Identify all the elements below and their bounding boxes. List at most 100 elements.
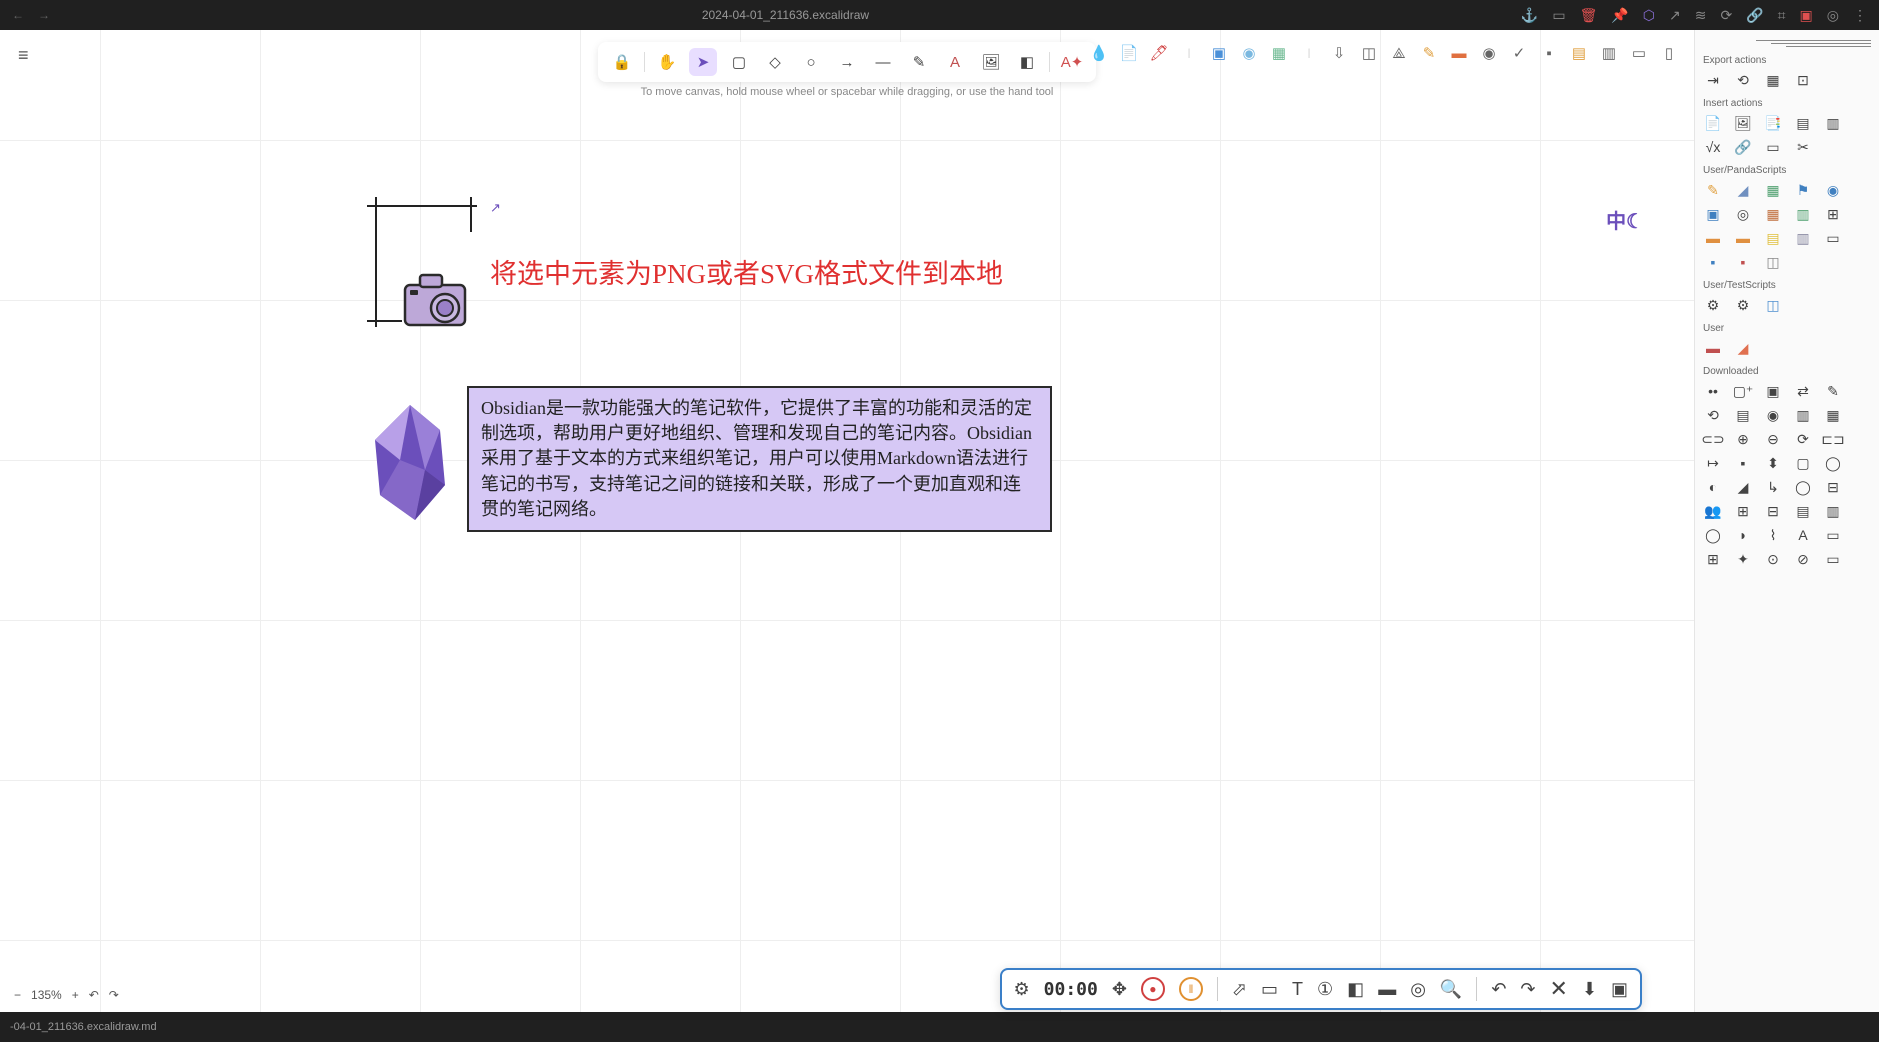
insert-7-icon[interactable]: 🔗 (1733, 137, 1753, 157)
s3-icon[interactable]: ✎ (1418, 42, 1440, 64)
d-38-icon[interactable]: ⊙ (1763, 549, 1783, 569)
warn-icon[interactable]: ▣ (1800, 7, 1813, 24)
insert-8-icon[interactable]: ▭ (1763, 137, 1783, 157)
target-icon[interactable]: ◎ (1827, 7, 1839, 24)
rec-move-icon[interactable]: ✥ (1112, 979, 1127, 1000)
pin-icon[interactable]: 📌 (1611, 7, 1628, 24)
undo-button[interactable]: ↶ (89, 988, 99, 1002)
zoom-level[interactable]: 135% (31, 988, 62, 1002)
d-9-icon[interactable]: ▥ (1793, 405, 1813, 425)
ps-1-icon[interactable]: ✎ (1703, 180, 1723, 200)
canvas[interactable]: ≡ 🔒 ✋ ➤ ▢ ◇ ○ → — ✎ A 🖼 ◧ A✦ To move can… (0, 30, 1694, 1012)
anchor-icon[interactable]: ⚓ (1521, 7, 1538, 24)
d-3-icon[interactable]: ▣ (1763, 381, 1783, 401)
d-30-icon[interactable]: ▥ (1823, 501, 1843, 521)
d-10-icon[interactable]: ▦ (1823, 405, 1843, 425)
rec-undo-icon[interactable]: ↶ (1491, 979, 1506, 1000)
line-tool-icon[interactable]: — (869, 48, 897, 76)
text-tool-icon[interactable]: A (941, 48, 969, 76)
pen-icon[interactable]: 🖊 (1148, 42, 1170, 64)
layers-icon[interactable]: ≋ (1695, 7, 1707, 24)
nav-back-icon[interactable]: ← (12, 8, 24, 22)
export-2-icon[interactable]: ⟲ (1733, 70, 1753, 90)
link-icon[interactable]: 🔗 (1746, 7, 1763, 24)
d-19-icon[interactable]: ▢ (1793, 453, 1813, 473)
book-icon[interactable]: ▭ (1552, 7, 1565, 24)
d-26-icon[interactable]: 👥 (1703, 501, 1723, 521)
d-6-icon[interactable]: ⟲ (1703, 405, 1723, 425)
ts-3-icon[interactable]: ◫ (1763, 295, 1783, 315)
d-13-icon[interactable]: ⊖ (1763, 429, 1783, 449)
insert-9-icon[interactable]: ✂ (1793, 137, 1813, 157)
ps-17-icon[interactable]: ▪ (1733, 252, 1753, 272)
d-12-icon[interactable]: ⊕ (1733, 429, 1753, 449)
trash-icon[interactable]: 🗑 (1580, 7, 1598, 24)
insert-5-icon[interactable]: ▥ (1823, 113, 1843, 133)
ps-8-icon[interactable]: ▦ (1763, 204, 1783, 224)
rec-close-button[interactable]: ✕ (1550, 976, 1568, 1002)
ps-5-icon[interactable]: ◉ (1823, 180, 1843, 200)
d-33-icon[interactable]: ⌇ (1763, 525, 1783, 545)
rec-board-icon[interactable]: ▬ (1378, 979, 1396, 1000)
d-28-icon[interactable]: ⊟ (1763, 501, 1783, 521)
d-20-icon[interactable]: ◯ (1823, 453, 1843, 473)
ps-13-icon[interactable]: ▤ (1763, 228, 1783, 248)
s5-icon[interactable]: ◉ (1478, 42, 1500, 64)
insert-1-icon[interactable]: 📄 (1703, 113, 1723, 133)
zoom-out-button[interactable]: − (14, 988, 21, 1002)
rec-zoom-icon[interactable]: 🔍 (1440, 979, 1462, 1000)
menu-icon[interactable]: ≡ (18, 45, 29, 66)
rec-pause-button[interactable]: ‖ (1179, 977, 1203, 1001)
ps-6-icon[interactable]: ▣ (1703, 204, 1723, 224)
d-31-icon[interactable]: ◯ (1703, 525, 1723, 545)
d-21-icon[interactable]: ◐ (1703, 477, 1723, 497)
d-36-icon[interactable]: ⊞ (1703, 549, 1723, 569)
d-37-icon[interactable]: ✦ (1733, 549, 1753, 569)
d-11-icon[interactable]: ⊂⊃ (1703, 429, 1723, 449)
rec-download-icon[interactable]: ⬇ (1582, 979, 1597, 1000)
rec-spot-icon[interactable]: ◎ (1410, 979, 1426, 1000)
d-23-icon[interactable]: ↳ (1763, 477, 1783, 497)
s2-icon[interactable]: ⟁ (1388, 42, 1410, 64)
drop-icon[interactable]: 💧 (1088, 42, 1110, 64)
s6-icon[interactable]: ▪ (1538, 42, 1560, 64)
ai-tool-icon[interactable]: A✦ (1058, 48, 1086, 76)
image-tool-icon[interactable]: 🖼 (977, 48, 1005, 76)
ellipse-tool-icon[interactable]: ○ (797, 48, 825, 76)
ts-1-icon[interactable]: ⚙ (1703, 295, 1723, 315)
s4-icon[interactable]: ▬ (1448, 42, 1470, 64)
rec-redo-icon[interactable]: ↷ (1520, 979, 1535, 1000)
d-39-icon[interactable]: ⊘ (1793, 549, 1813, 569)
panel-handle-icon[interactable] (1703, 40, 1871, 47)
more-icon[interactable]: ⋮ (1853, 7, 1867, 24)
d-5-icon[interactable]: ✎ (1823, 381, 1843, 401)
hand-tool-icon[interactable]: ✋ (653, 48, 681, 76)
d-7-icon[interactable]: ▤ (1733, 405, 1753, 425)
diamond-tool-icon[interactable]: ◇ (761, 48, 789, 76)
ts-2-icon[interactable]: ⚙ (1733, 295, 1753, 315)
insert-2-icon[interactable]: 🖼 (1733, 113, 1753, 133)
nav-forward-icon[interactable]: → (38, 8, 50, 22)
ps-18-icon[interactable]: ◫ (1763, 252, 1783, 272)
app2-icon[interactable]: ◉ (1238, 42, 1260, 64)
d-32-icon[interactable]: ◗ (1733, 525, 1753, 545)
check-icon[interactable]: ✓ (1508, 42, 1530, 64)
ps-12-icon[interactable]: ▬ (1733, 228, 1753, 248)
rectangle-tool-icon[interactable]: ▢ (725, 48, 753, 76)
d-17-icon[interactable]: ▪ (1733, 453, 1753, 473)
d-16-icon[interactable]: ↦ (1703, 453, 1723, 473)
ps-14-icon[interactable]: ▥ (1793, 228, 1813, 248)
d-34-icon[interactable]: A (1793, 525, 1813, 545)
zoom-in-button[interactable]: + (72, 988, 79, 1002)
s9-icon[interactable]: ▭ (1628, 42, 1650, 64)
d-14-icon[interactable]: ⟳ (1793, 429, 1813, 449)
d-15-icon[interactable]: ⊏⊐ (1823, 429, 1843, 449)
rec-region-icon[interactable]: ▭ (1261, 979, 1278, 1000)
select-tool-icon[interactable]: ➤ (689, 48, 717, 76)
d-25-icon[interactable]: ⊟ (1823, 477, 1843, 497)
ps-7-icon[interactable]: ◎ (1733, 204, 1753, 224)
app3-icon[interactable]: ▦ (1268, 42, 1290, 64)
d-22-icon[interactable]: ◢ (1733, 477, 1753, 497)
rec-record-button[interactable]: ● (1141, 977, 1165, 1001)
ps-9-icon[interactable]: ▥ (1793, 204, 1813, 224)
